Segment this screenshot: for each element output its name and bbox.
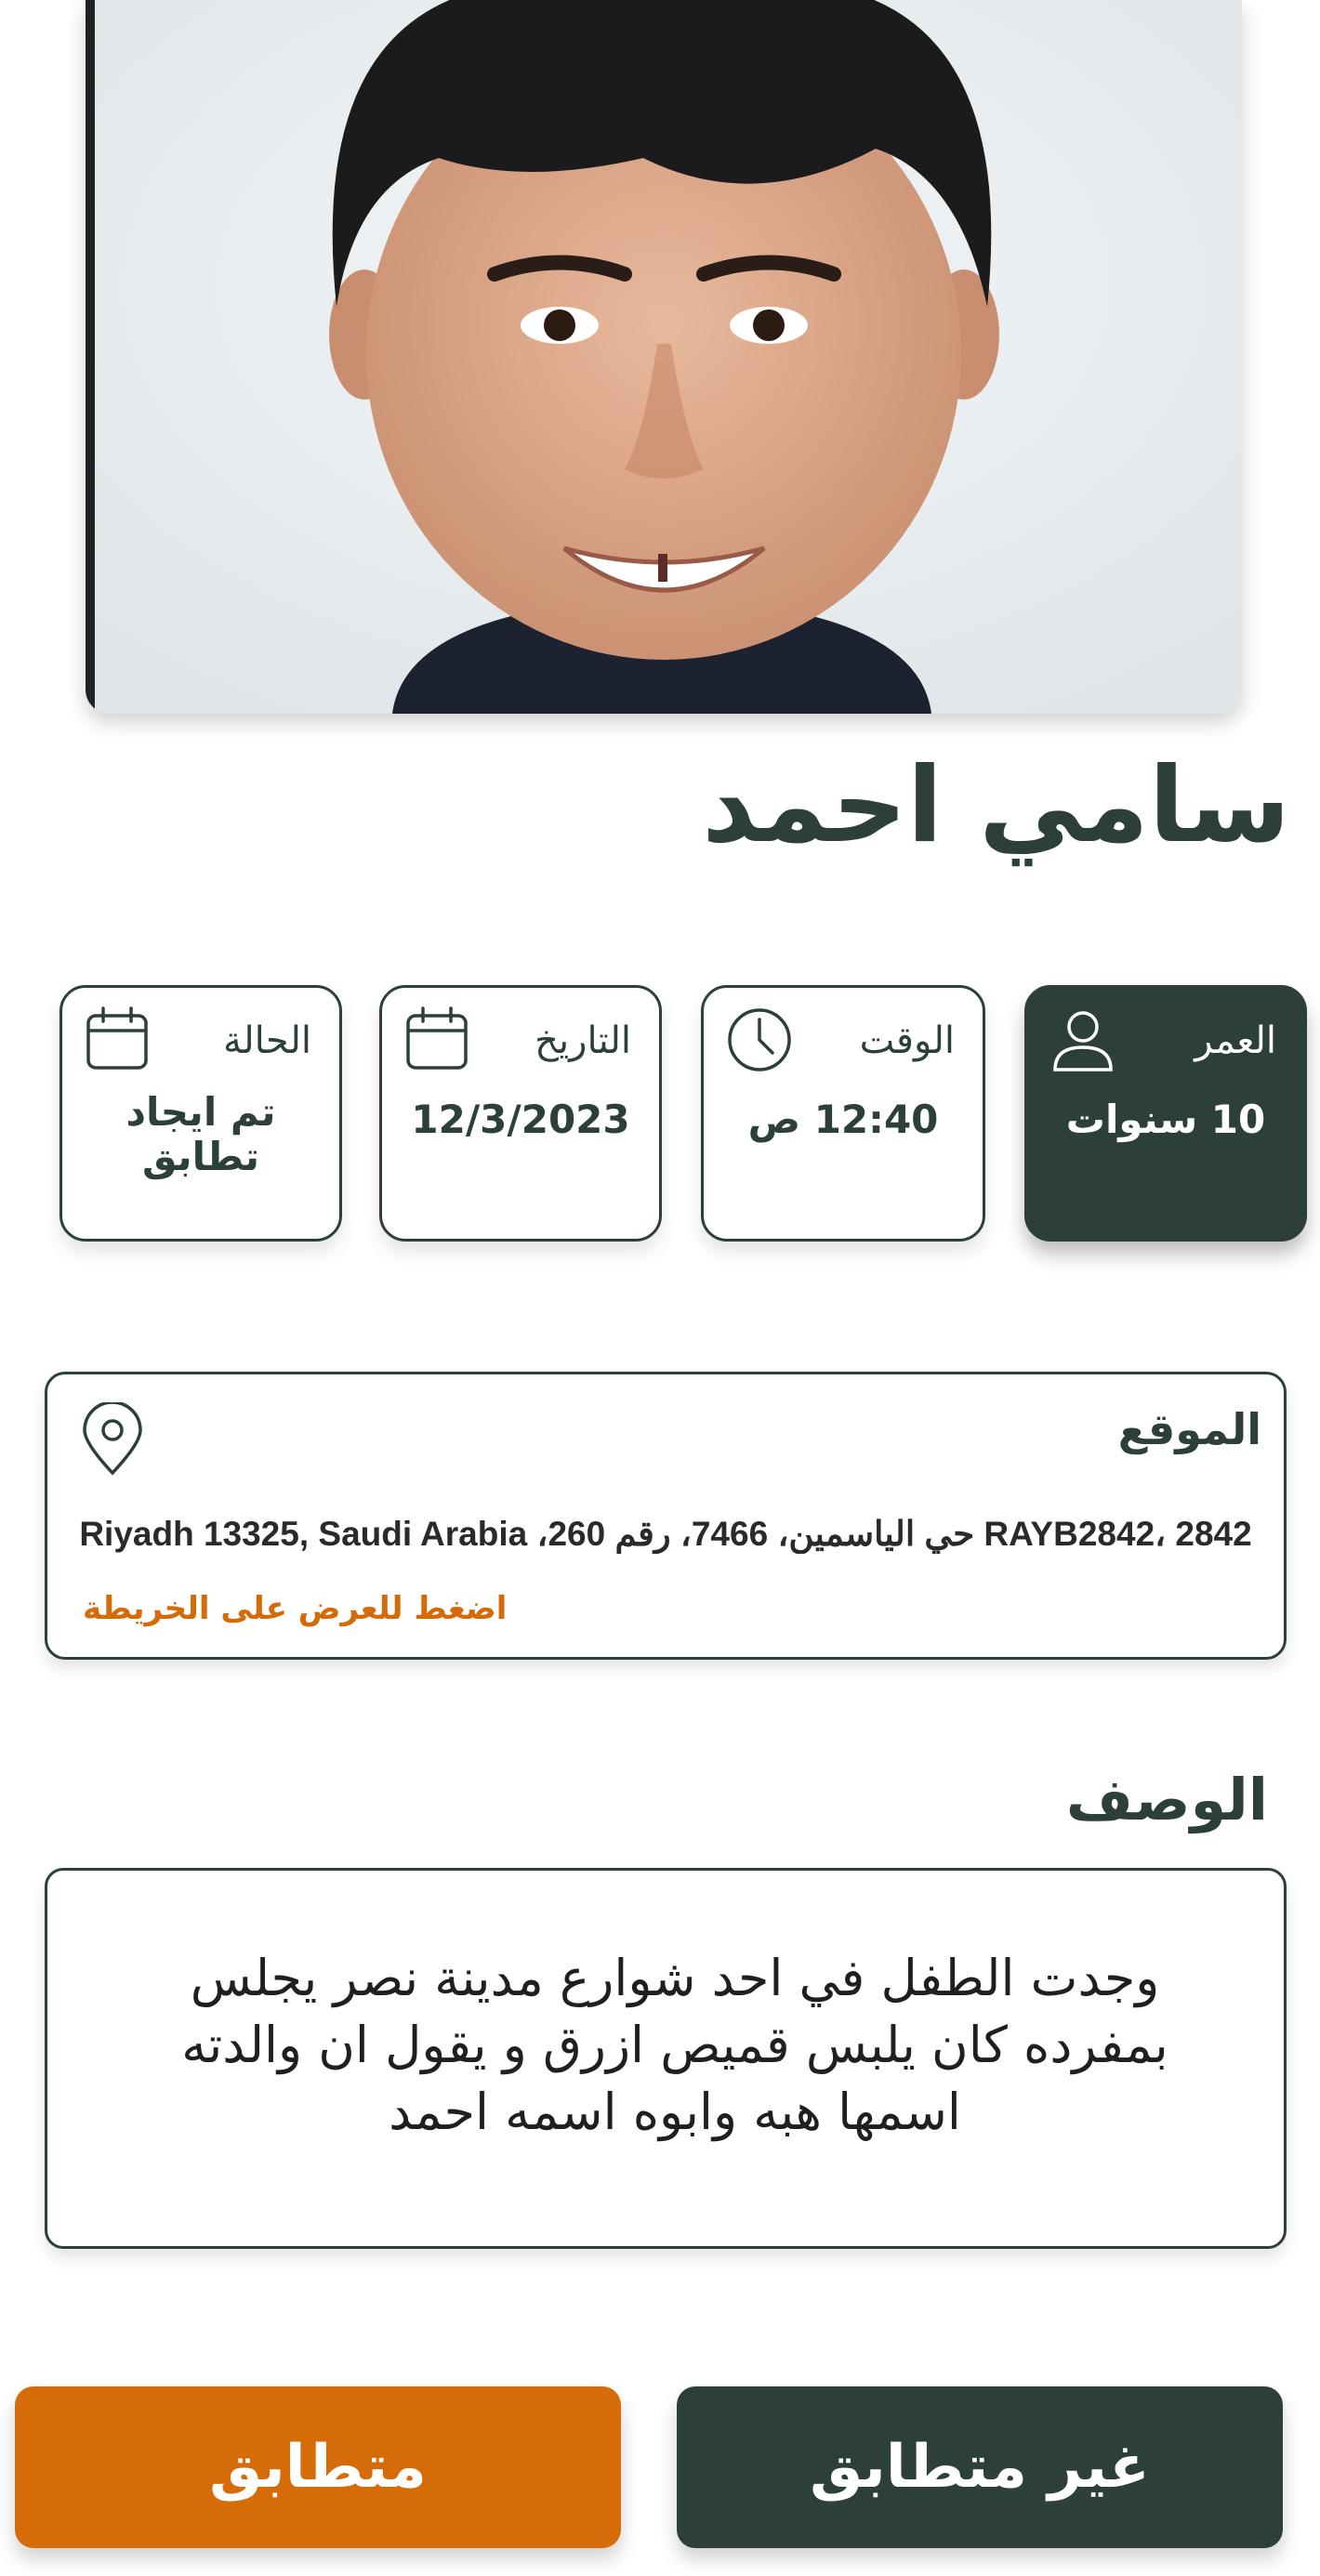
date-label: التاريخ [535, 1019, 631, 1062]
match-button[interactable]: متطابق [15, 2386, 621, 2548]
clock-icon [724, 1005, 795, 1075]
status-label: الحالة [223, 1019, 311, 1062]
status-card[interactable]: الحالة تم ايجاد تطابق [59, 985, 342, 1242]
photo-edge [86, 0, 95, 714]
location-title: الموقع [1117, 1404, 1261, 1454]
child-photo [86, 0, 1242, 714]
time-card[interactable]: الوقت 12:40 ص [701, 985, 985, 1242]
description-heading: الوصف [1065, 1766, 1268, 1833]
calendar-icon [83, 1005, 153, 1075]
not-match-button[interactable]: غير متطابق [677, 2386, 1283, 2548]
age-label: العمر [1195, 1019, 1276, 1062]
user-icon [1048, 1005, 1118, 1075]
date-value: 12/3/2023 [411, 1097, 630, 1142]
view-on-map-link[interactable]: اضغط للعرض على الخريطة [83, 1590, 507, 1627]
age-card[interactable]: العمر 10 سنوات [1024, 985, 1307, 1242]
time-label: الوقت [859, 1019, 955, 1062]
date-card[interactable]: التاريخ 12/3/2023 [379, 985, 662, 1242]
map-pin-icon [81, 1402, 144, 1477]
location-card: الموقع RAYB2842، 2842 حي الياسمين، 7466،… [45, 1372, 1287, 1660]
location-address: RAYB2842، 2842 حي الياسمين، 7466، رقم 26… [79, 1515, 1252, 1553]
child-name: سامي احمد [702, 745, 1290, 866]
time-value: 12:40 ص [747, 1097, 939, 1142]
status-value: تم ايجاد تطابق [125, 1089, 276, 1180]
calendar-icon [403, 1005, 473, 1075]
child-photo-image [86, 0, 1242, 714]
description-text: وجدت الطفل في احد شوارع مدينة نصر يجلس ب… [181, 1949, 1168, 2141]
description-box: وجدت الطفل في احد شوارع مدينة نصر يجلس ب… [45, 1868, 1287, 2249]
age-value: 10 سنوات [1065, 1097, 1266, 1142]
